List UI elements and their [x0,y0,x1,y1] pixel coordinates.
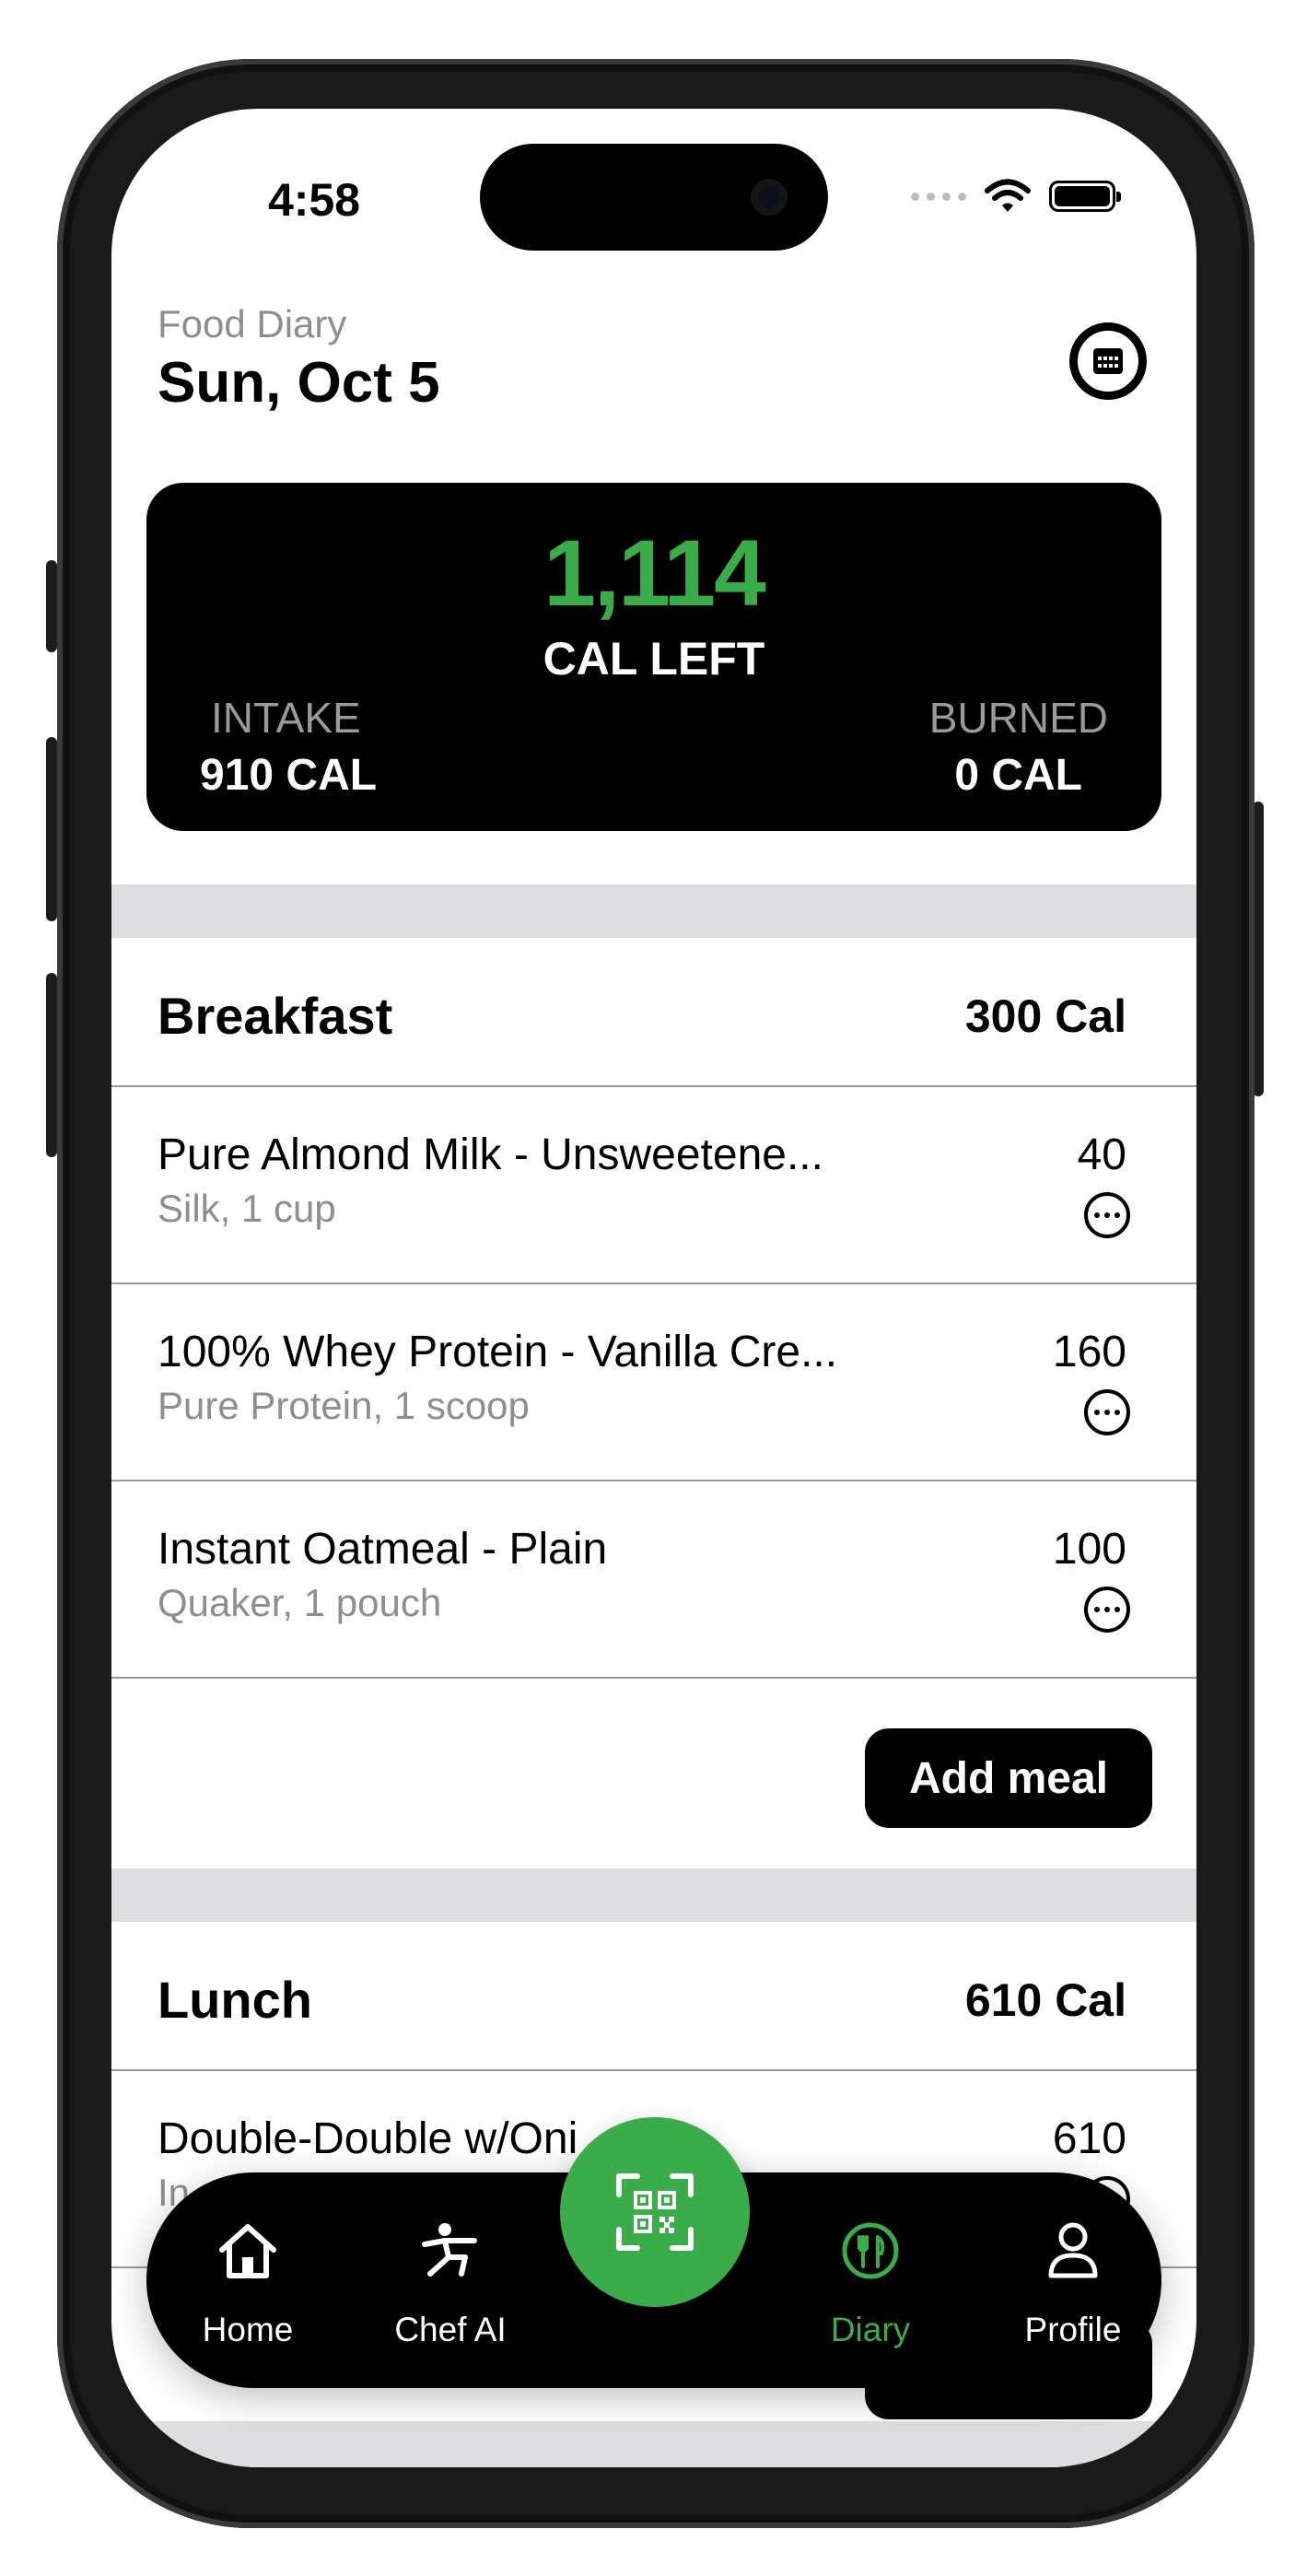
intake-label: INTAKE [211,694,361,742]
more-options-icon[interactable] [1084,1192,1130,1238]
person-kick-icon [422,2223,477,2277]
food-item-calories: 610 [1052,2114,1126,2163]
food-item-name: Instant Oatmeal - Plain [158,1525,608,1574]
calories-left-value: 1,114 [543,521,766,626]
qr-scan-icon [616,2173,694,2251]
calendar-button[interactable] [1069,322,1147,400]
food-item-calories: 100 [1052,1525,1126,1574]
add-meal-button[interactable]: Add meal [865,1728,1152,1828]
calories-left-label: CAL LEFT [543,633,765,685]
phone-screen: 4:58 Food Diary Sun, Oct 5 1,114 CAL LEF… [111,109,1196,2467]
tab-home[interactable]: Home [156,2172,340,2388]
calorie-summary-card: 1,114 CAL LEFT INTAKE 910 CAL BURNED 0 C… [146,483,1161,831]
calendar-icon [1093,348,1123,374]
tab-label: Profile [1024,2311,1122,2348]
more-options-icon[interactable] [1084,1587,1130,1633]
tab-label: Home [202,2311,294,2348]
burned-label: BURNED [928,694,1108,742]
meal-calories: 300 Cal [964,990,1126,1042]
meal-header-lunch[interactable]: Lunch 610 Cal [111,1922,1196,2071]
tab-label: Chef AI [394,2311,507,2348]
food-item-row[interactable]: Instant Oatmeal - Plain Quaker, 1 pouch … [111,1481,1196,1679]
intake-value: 910 CAL [200,751,378,800]
fork-knife-icon [842,2222,899,2279]
food-item-calories: 160 [1052,1328,1126,1376]
food-item-detail: Pure Protein, 1 scoop [158,1384,530,1427]
food-item-row[interactable]: Pure Almond Milk - Unsweetene... Silk, 1… [111,1087,1196,1284]
section-divider [111,1868,1196,1922]
volume-down-button [46,973,57,1157]
meal-calories: 610 Cal [964,1974,1126,2026]
signal-dots-icon [911,192,966,201]
scan-button[interactable] [560,2117,750,2307]
meal-name: Breakfast [158,987,393,1045]
meal-header-breakfast[interactable]: Breakfast 300 Cal [111,938,1196,1087]
section-divider [111,884,1196,938]
tab-label: Diary [830,2311,911,2348]
tab-profile[interactable]: Profile [981,2172,1165,2388]
wifi-icon [985,179,1031,212]
status-time: 4:58 [267,174,361,226]
status-icons [911,179,1121,214]
more-options-icon[interactable] [1084,1389,1130,1435]
page-title: Sun, Oct 5 [158,351,440,415]
volume-up-button [46,737,57,921]
burned-value: 0 CAL [954,751,1082,800]
page-subtitle: Food Diary [158,302,347,345]
food-item-detail: Silk, 1 cup [158,1187,336,1230]
food-item-name: 100% Whey Protein - Vanilla Cre... [158,1328,838,1376]
person-icon [1048,2222,1098,2278]
food-item-name: Pure Almond Milk - Unsweetene... [158,1130,823,1179]
battery-icon [1049,181,1121,212]
food-item-detail: Quaker, 1 pouch [158,1581,442,1624]
food-item-calories: 40 [1077,1130,1126,1179]
section-divider [111,2421,1196,2467]
action-button [46,560,57,652]
house-icon [219,2224,276,2278]
meal-name: Lunch [158,1971,312,2029]
food-item-row[interactable]: 100% Whey Protein - Vanilla Cre... Pure … [111,1284,1196,1481]
dynamic-island [480,144,828,251]
tab-chef-ai[interactable]: Chef AI [358,2172,543,2388]
tab-diary[interactable]: Diary [778,2172,963,2388]
food-item-name: Double-Double w/Oni [158,2114,578,2163]
